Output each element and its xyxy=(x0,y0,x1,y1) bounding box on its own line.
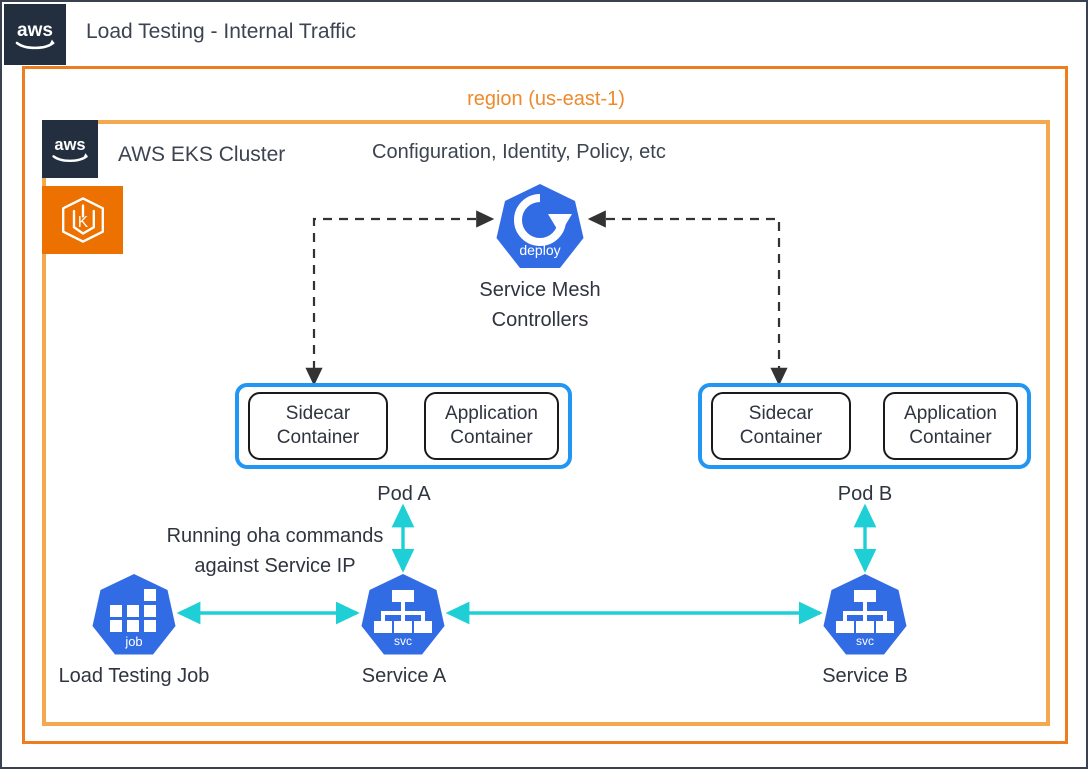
application-container-pod-b[interactable]: Application Container xyxy=(883,392,1018,460)
aws-logo-icon: aws xyxy=(4,4,66,65)
eks-kubernetes-icon: K xyxy=(42,186,123,254)
pod-b[interactable]: Sidecar Container Application Container xyxy=(698,383,1031,469)
service-a-icon[interactable]: svc xyxy=(361,572,445,656)
service-b-caption: Service B xyxy=(822,665,908,687)
service-b-icon[interactable]: svc xyxy=(823,572,907,656)
sidecar-container-pod-b[interactable]: Sidecar Container xyxy=(711,392,851,460)
svg-text:aws: aws xyxy=(54,136,85,154)
service-mesh-controller-icon[interactable]: deploy xyxy=(496,182,584,270)
oha-commands-annotation: Running oha commands against Service IP xyxy=(166,525,384,577)
deploy-icon-label: deploy xyxy=(519,242,560,258)
svc-icon-label: svc xyxy=(856,634,874,648)
pod-b-caption: Pod B xyxy=(837,483,893,505)
job-icon-label: job xyxy=(124,634,142,649)
service-mesh-controller-caption: Service Mesh Controllers xyxy=(479,279,601,331)
application-container-pod-a[interactable]: Application Container xyxy=(424,392,559,460)
pod-a[interactable]: Sidecar Container Application Container xyxy=(235,383,572,469)
load-testing-job-icon[interactable]: job xyxy=(92,572,176,656)
aws-logo-icon: aws xyxy=(42,120,98,178)
pod-a-caption: Pod A xyxy=(377,483,431,505)
region-label: region (us-east-1) xyxy=(467,88,625,110)
sidecar-container-pod-a[interactable]: Sidecar Container xyxy=(248,392,388,460)
service-a-caption: Service A xyxy=(361,665,447,687)
page-title: Load Testing - Internal Traffic xyxy=(86,20,357,43)
svc-icon-label: svc xyxy=(394,634,412,648)
load-testing-job-caption: Load Testing Job xyxy=(58,665,210,687)
svg-text:K: K xyxy=(77,214,88,231)
diagram-canvas: aws Load Testing - Internal Traffic regi… xyxy=(0,0,1088,769)
svg-text:aws: aws xyxy=(17,20,53,41)
cluster-config-note: Configuration, Identity, Policy, etc xyxy=(372,141,666,163)
eks-cluster-title: AWS EKS Cluster xyxy=(118,143,286,166)
